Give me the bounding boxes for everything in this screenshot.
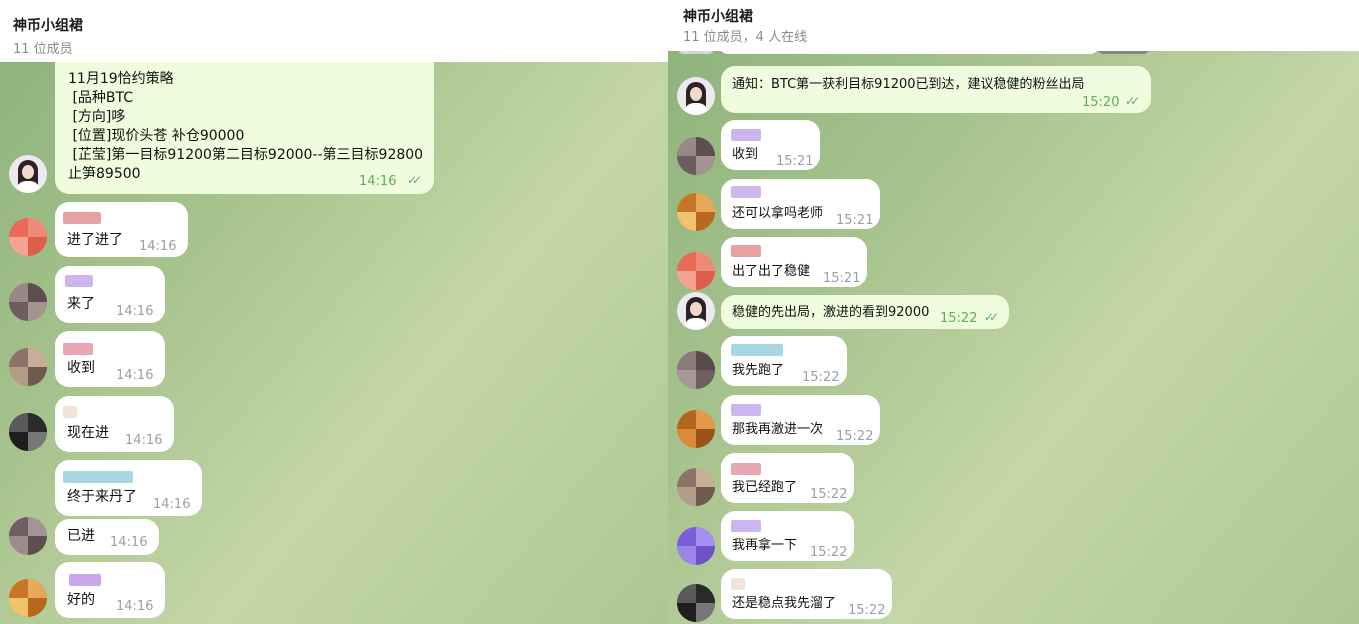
sender-name bbox=[731, 344, 783, 356]
admin-avatar[interactable] bbox=[9, 155, 47, 193]
double-check-icon: ✓✓ bbox=[407, 173, 422, 187]
sender-name bbox=[731, 186, 761, 198]
message-bubble[interactable]: 还是稳点我先溜了 15:22 bbox=[721, 569, 892, 619]
message-text: 收到 bbox=[67, 360, 95, 376]
message-text: 还可以拿吗老师 bbox=[732, 206, 824, 221]
member-avatar[interactable] bbox=[677, 193, 715, 231]
message-text: 我再拿一下 bbox=[732, 538, 798, 553]
double-check-icon: ✓✓ bbox=[1125, 94, 1140, 108]
member-avatar[interactable] bbox=[9, 579, 47, 617]
sender-name bbox=[65, 275, 93, 287]
message-time: 14:16 bbox=[125, 433, 163, 448]
message-time: 15:22 bbox=[802, 370, 840, 385]
chat-header[interactable]: 神币小组裙 11 位成员 bbox=[0, 0, 668, 62]
message-bubble[interactable]: 我再拿一下 15:22 bbox=[721, 511, 854, 561]
sender-name bbox=[731, 520, 761, 532]
sender-name bbox=[63, 343, 93, 355]
member-avatar[interactable] bbox=[677, 527, 715, 565]
group-title: 神币小组裙 bbox=[13, 18, 83, 34]
message-text: 终于来丹了 bbox=[67, 489, 137, 505]
message-bubble[interactable]: 11月19恰约策略 [品种BTC [方向]哆 [位置]现价头苍 补仓90000 … bbox=[55, 62, 434, 194]
member-avatar[interactable] bbox=[9, 413, 47, 451]
message-time: 14:16 bbox=[153, 497, 191, 512]
message-time: 15:21 bbox=[836, 213, 874, 228]
message-time: 15:21 bbox=[823, 271, 861, 286]
admin-avatar[interactable] bbox=[677, 77, 715, 115]
sender-name bbox=[69, 574, 101, 586]
admin-avatar[interactable] bbox=[677, 292, 715, 330]
chat-panel-right: 神币小组裙 11 位成员，4 人在线 通知：BTC第一获利目标91200已到达，… bbox=[668, 0, 1359, 624]
message-text: 已进 bbox=[67, 528, 95, 544]
message-text: 收到 bbox=[732, 147, 759, 162]
member-avatar[interactable] bbox=[677, 351, 715, 389]
message-bubble[interactable]: 来了 14:16 bbox=[55, 266, 165, 323]
message-bubble[interactable]: 现在进 14:16 bbox=[55, 396, 174, 452]
group-title: 神币小组裙 bbox=[683, 9, 753, 25]
member-avatar[interactable] bbox=[677, 584, 715, 622]
message-bubble[interactable]: 终于来丹了 14:16 bbox=[55, 460, 202, 516]
message-time: 14:16 bbox=[359, 174, 397, 189]
message-bubble[interactable]: 出了出了稳健 15:21 bbox=[721, 237, 867, 287]
message-text: 出了出了稳健 bbox=[732, 264, 811, 279]
message-bubble[interactable]: 稳健的先出局，激进的看到92000 15:22 ✓✓ bbox=[721, 295, 1009, 329]
message-text: 好的 bbox=[67, 592, 95, 608]
message-text: 来了 bbox=[67, 296, 95, 312]
sender-name bbox=[63, 406, 77, 418]
sender-name bbox=[731, 578, 745, 590]
message-text: 还是稳点我先溜了 bbox=[732, 596, 837, 611]
message-time: 15:22 bbox=[848, 603, 886, 618]
message-text: 稳健的先出局，激进的看到92000 bbox=[732, 305, 930, 320]
message-bubble[interactable]: 还可以拿吗老师 15:21 bbox=[721, 179, 880, 229]
message-time: 15:20 bbox=[1082, 95, 1120, 110]
message-bubble[interactable]: 进了进了 14:16 bbox=[55, 202, 188, 257]
member-avatar[interactable] bbox=[677, 468, 715, 506]
message-bubble[interactable]: 通知：BTC第一获利目标91200已到达，建议稳健的粉丝出局 15:20 ✓✓ bbox=[721, 66, 1151, 113]
member-avatar[interactable] bbox=[9, 348, 47, 386]
message-time: 15:22 bbox=[940, 311, 978, 326]
message-bubble[interactable]: 那我再激进一次 15:22 bbox=[721, 395, 880, 445]
chat-panel-left: 神币小组裙 11 位成员 11月19恰约策略 [品种BTC [方向]哆 [位置]… bbox=[0, 0, 668, 624]
member-avatar[interactable] bbox=[677, 137, 715, 175]
message-bubble[interactable]: 好的 14:16 bbox=[55, 562, 165, 618]
member-avatar[interactable] bbox=[9, 283, 47, 321]
member-count: 11 位成员 bbox=[13, 42, 73, 57]
double-check-icon: ✓✓ bbox=[984, 310, 999, 324]
member-avatar[interactable] bbox=[677, 252, 715, 290]
message-text: 我已经跑了 bbox=[732, 480, 798, 495]
sender-name bbox=[63, 212, 101, 224]
message-time: 14:16 bbox=[110, 535, 148, 550]
sender-name bbox=[63, 471, 133, 483]
message-bubble[interactable]: 收到 15:21 bbox=[721, 120, 820, 170]
message-bubble[interactable]: 我先跑了 15:22 bbox=[721, 336, 847, 386]
member-avatar[interactable] bbox=[9, 218, 47, 256]
chat-header[interactable]: 神币小组裙 11 位成员，4 人在线 bbox=[668, 0, 1359, 51]
message-time: 15:22 bbox=[810, 487, 848, 502]
message-time: 15:21 bbox=[776, 154, 814, 169]
message-time: 14:16 bbox=[139, 239, 177, 254]
message-text: 进了进了 bbox=[67, 232, 123, 248]
member-count: 11 位成员，4 人在线 bbox=[683, 30, 808, 45]
member-avatar[interactable] bbox=[9, 517, 47, 555]
message-time: 14:16 bbox=[116, 368, 154, 383]
message-time: 14:16 bbox=[116, 304, 154, 319]
member-avatar[interactable] bbox=[677, 410, 715, 448]
sender-name bbox=[731, 129, 761, 141]
message-time: 14:16 bbox=[116, 599, 154, 614]
sender-name bbox=[731, 245, 761, 257]
message-bubble[interactable]: 我已经跑了 15:22 bbox=[721, 453, 854, 503]
message-text: 11月19恰约策略 [品种BTC [方向]哆 [位置]现价头苍 补仓90000 … bbox=[68, 71, 424, 182]
message-bubble[interactable]: 已进 14:16 bbox=[55, 519, 159, 555]
message-bubble[interactable]: 收到 14:16 bbox=[55, 331, 165, 387]
message-text: 我先跑了 bbox=[732, 363, 785, 378]
message-text: 通知：BTC第一获利目标91200已到达，建议稳健的粉丝出局 bbox=[732, 77, 1085, 92]
sender-name bbox=[731, 404, 761, 416]
message-text: 那我再激进一次 bbox=[732, 422, 824, 437]
message-text: 现在进 bbox=[67, 425, 109, 441]
message-time: 15:22 bbox=[810, 545, 848, 560]
sender-name bbox=[731, 463, 761, 475]
message-time: 15:22 bbox=[836, 429, 874, 444]
